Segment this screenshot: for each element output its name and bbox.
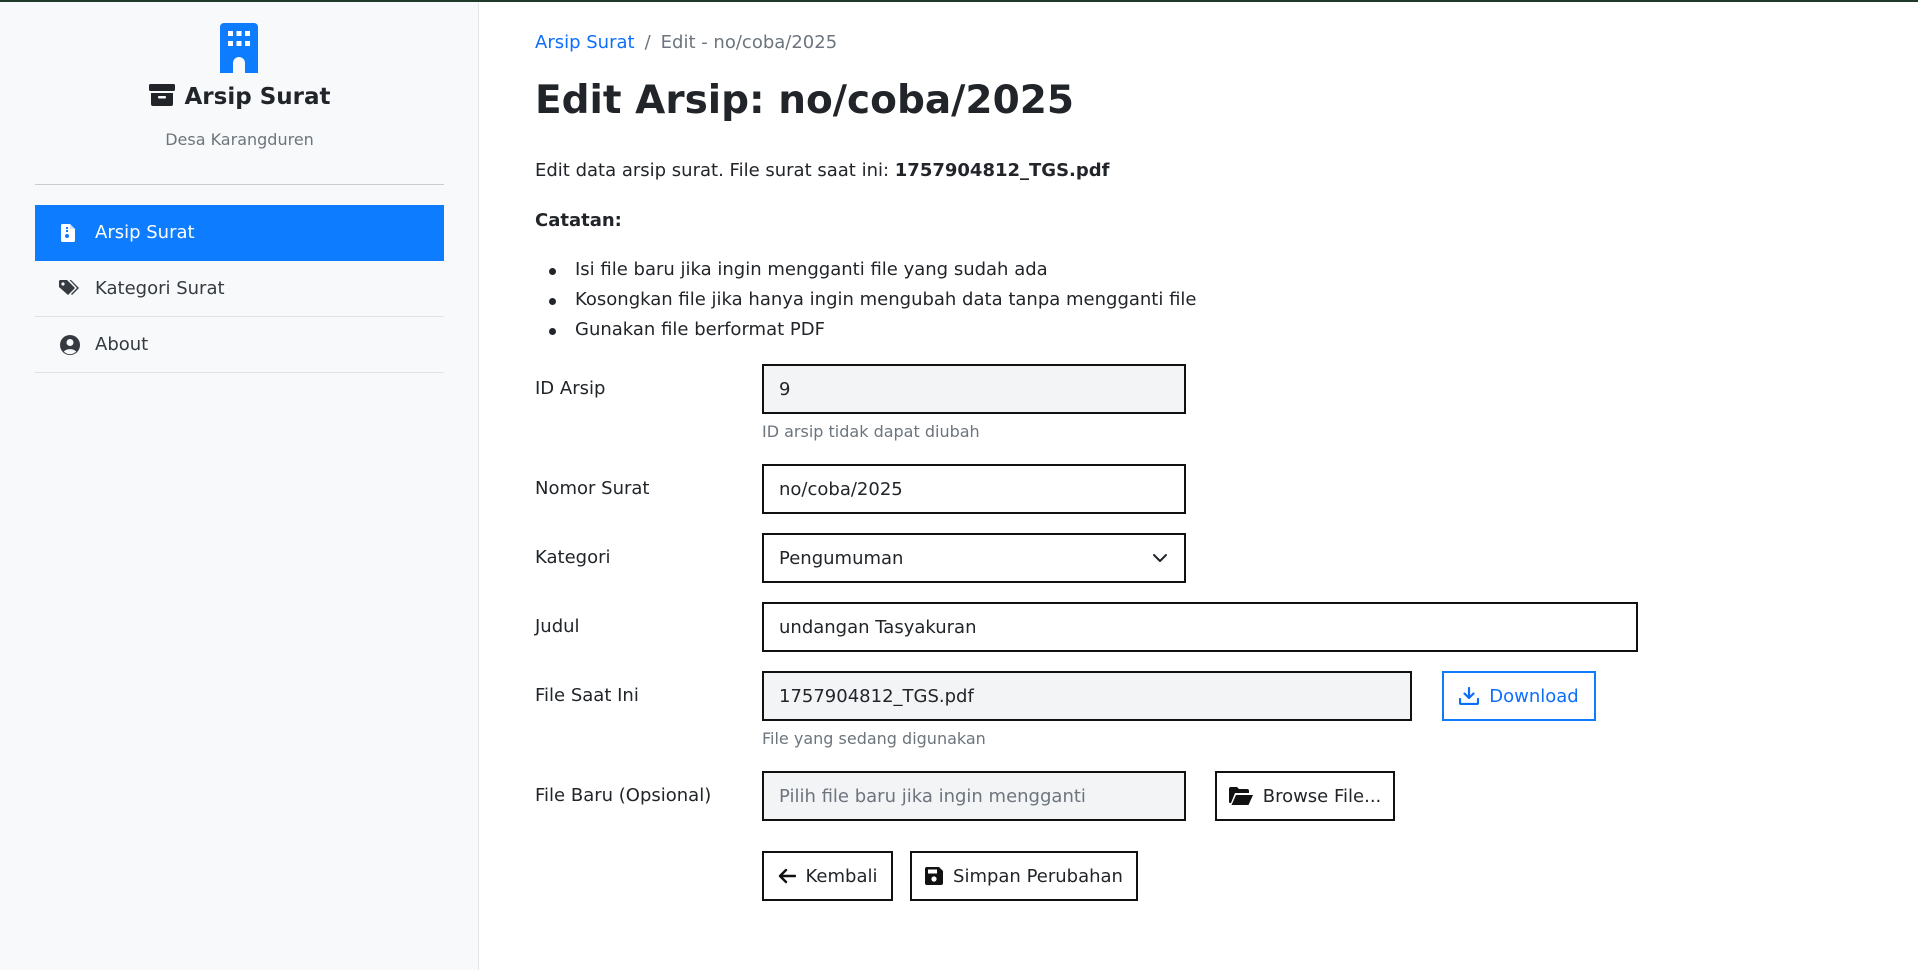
sidebar-nav: Arsip Surat Kategori Surat About [35, 205, 444, 373]
sidebar: Arsip Surat Desa Karangduren Arsip Surat… [0, 2, 479, 970]
current-file-help: File yang sedang digunakan [762, 729, 986, 748]
page-title: Edit Arsip: no/coba/2025 [535, 78, 1074, 123]
archive-box-icon [148, 84, 175, 106]
page-description: Edit data arsip surat. File surat saat i… [535, 160, 1109, 181]
kategori-selected-value: Pengumuman [779, 547, 904, 569]
breadcrumb-current: Edit - no/coba/2025 [660, 32, 838, 53]
chevron-down-icon [1153, 554, 1167, 562]
nomor-surat-label: Nomor Surat [535, 478, 650, 499]
breadcrumb-link-arsip-surat[interactable]: Arsip Surat [535, 32, 635, 53]
sidebar-item-arsip-surat[interactable]: Arsip Surat [35, 205, 444, 261]
file-saat-ini-label: File Saat Ini [535, 685, 639, 706]
sidebar-divider [35, 184, 444, 185]
new-file-input[interactable]: Pilih file baru jika ingin mengganti [762, 771, 1186, 821]
brand-title-text: Arsip Surat [184, 84, 331, 110]
description-text: Edit data arsip surat. File surat saat i… [535, 160, 895, 181]
download-button[interactable]: Download [1442, 671, 1596, 721]
note-list: Isi file baru jika ingin mengganti file … [535, 259, 1197, 349]
download-icon [1459, 687, 1480, 705]
save-label: Simpan Perubahan [953, 865, 1123, 887]
file-icon [57, 223, 79, 242]
browse-file-label: Browse File... [1262, 785, 1382, 807]
breadcrumb-separator: / [644, 32, 651, 53]
current-file-name: 1757904812_TGS.pdf [894, 160, 1110, 181]
judul-field[interactable]: undangan Tasyakuran [762, 602, 1638, 652]
user-circle-icon [59, 334, 81, 355]
save-button[interactable]: Simpan Perubahan [910, 851, 1138, 901]
tags-icon [59, 279, 81, 298]
judul-label: Judul [535, 616, 580, 637]
id-arsip-label: ID Arsip [535, 378, 606, 399]
sidebar-item-label: Kategori Surat [95, 278, 225, 299]
breadcrumb: Arsip Surat / Edit - no/coba/2025 [535, 32, 837, 53]
id-arsip-field[interactable]: 9 [762, 364, 1186, 414]
note-item: Kosongkan file jika hanya ingin mengubah… [535, 289, 1197, 319]
nomor-surat-field[interactable]: no/coba/2025 [762, 464, 1186, 514]
note-item: Isi file baru jika ingin mengganti file … [535, 259, 1197, 289]
download-label: Download [1489, 685, 1579, 707]
back-label: Kembali [805, 865, 878, 887]
sidebar-item-label: About [95, 334, 149, 355]
save-icon [925, 867, 944, 885]
kategori-label: Kategori [535, 547, 611, 568]
sidebar-item-kategori-surat[interactable]: Kategori Surat [35, 261, 444, 317]
kategori-select[interactable]: Pengumuman [762, 533, 1186, 583]
brand-subtitle: Desa Karangduren [165, 130, 314, 149]
brand-title: Arsip Surat [0, 84, 479, 110]
note-item: Gunakan file berformat PDF [535, 319, 1197, 349]
arrow-left-icon [778, 868, 796, 884]
back-button[interactable]: Kembali [762, 851, 893, 901]
sidebar-item-about[interactable]: About [35, 317, 444, 373]
file-baru-label: File Baru (Opsional) [535, 785, 712, 806]
sidebar-item-label: Arsip Surat [95, 222, 195, 243]
id-arsip-help: ID arsip tidak dapat diubah [762, 422, 980, 441]
current-file-field[interactable]: 1757904812_TGS.pdf [762, 671, 1412, 721]
folder-open-icon [1228, 787, 1253, 805]
browse-file-button[interactable]: Browse File... [1215, 771, 1395, 821]
building-icon [220, 23, 258, 73]
note-title: Catatan: [535, 210, 622, 231]
